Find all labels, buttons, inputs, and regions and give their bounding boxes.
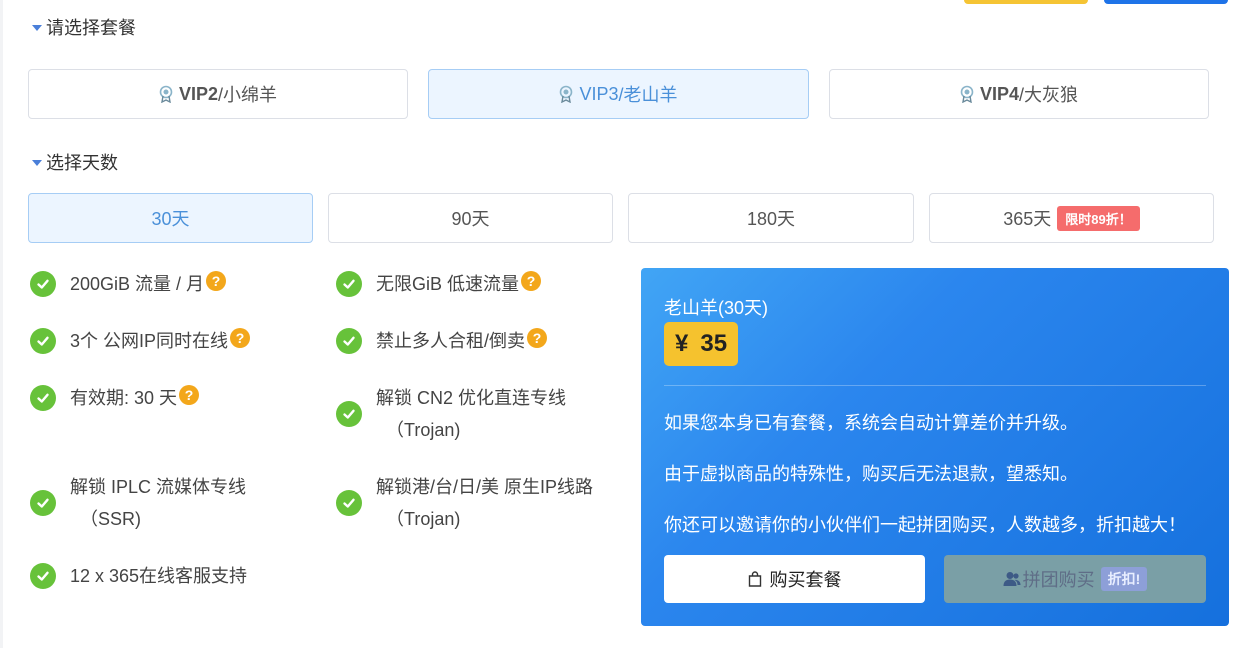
panel-divider bbox=[664, 385, 1206, 386]
package-option-vip4[interactable]: VIP4/大灰狼 bbox=[829, 69, 1209, 119]
days-180-label: 180天 bbox=[746, 209, 796, 229]
top-yellow-button[interactable] bbox=[964, 0, 1088, 4]
price-tag: ¥ 35 bbox=[664, 322, 739, 366]
shopping-bag-icon bbox=[748, 571, 761, 587]
feature-cn2: 解锁 CN2 优化直连专线 （Trojan) bbox=[336, 382, 566, 446]
discount-badge: 限时89折！ bbox=[1057, 205, 1140, 231]
check-icon bbox=[336, 328, 362, 354]
feature-validity: 有效期: 30 天? bbox=[30, 382, 200, 414]
days-90-label: 90天 bbox=[451, 209, 490, 229]
feature-support-text: 12 x 365在线客服支持 bbox=[70, 566, 248, 586]
days-30-label: 30天 bbox=[151, 209, 190, 229]
medal-icon bbox=[560, 85, 573, 103]
feature-native-ip-protocol: （Trojan) bbox=[386, 509, 461, 529]
package-vip3-code: VIP3 bbox=[579, 83, 619, 104]
medal-icon bbox=[159, 85, 173, 103]
help-icon[interactable]: ? bbox=[230, 328, 251, 348]
group-buy-button[interactable]: 拼团购买 折扣! bbox=[944, 555, 1206, 603]
left-edge bbox=[0, 0, 3, 648]
buy-package-label: 购买套餐 bbox=[769, 570, 842, 590]
package-option-vip3[interactable]: VIP3/老山羊 bbox=[428, 69, 809, 119]
feature-native-ip-text: 解锁港/台/日/美 原生IP线路 bbox=[376, 477, 594, 497]
order-panel: 老山羊(30天) ¥ 35 如果您本身已有套餐，系统会自动计算差价并升级。 由于… bbox=[641, 268, 1229, 626]
days-option-90[interactable]: 90天 bbox=[328, 193, 613, 243]
note-upgrade: 如果您本身已有套餐，系统会自动计算差价并升级。 bbox=[664, 413, 1078, 433]
top-blue-button[interactable] bbox=[1104, 0, 1228, 4]
feature-ips-text: 3个 公网IP同时在线 bbox=[70, 331, 229, 351]
check-icon bbox=[30, 271, 56, 297]
selected-plan-name: 老山羊(30天) bbox=[664, 298, 769, 318]
group-buy-label: 拼团购买 bbox=[1022, 570, 1095, 590]
currency-symbol: ¥ bbox=[675, 330, 689, 357]
feature-support: 12 x 365在线客服支持 bbox=[30, 560, 247, 592]
days-option-30[interactable]: 30天 bbox=[28, 193, 313, 243]
days-365-label: 365天 bbox=[1003, 209, 1052, 229]
caret-down-icon bbox=[32, 25, 42, 31]
check-icon bbox=[30, 490, 56, 516]
help-icon[interactable]: ? bbox=[206, 271, 227, 291]
feature-traffic-text: 200GiB 流量 / 月 bbox=[70, 274, 205, 294]
package-vip4-name: /大灰狼 bbox=[1019, 85, 1079, 105]
feature-no-sharing-text: 禁止多人合租/倒卖 bbox=[376, 331, 526, 351]
feature-iplc-text: 解锁 IPLC 流媒体专线 bbox=[70, 477, 247, 497]
feature-unlimited: 无限GiB 低速流量? bbox=[336, 268, 542, 300]
medal-icon bbox=[960, 85, 974, 103]
feature-ips: 3个 公网IP同时在线? bbox=[30, 325, 251, 357]
package-vip4-code: VIP4 bbox=[979, 83, 1019, 104]
page: 请选择套餐 VIP2/小绵羊 VIP3/老山羊 VIP4/大灰狼 选择天数 30… bbox=[0, 0, 1236, 648]
caret-down-icon bbox=[32, 160, 42, 166]
package-option-vip2[interactable]: VIP2/小绵羊 bbox=[28, 69, 408, 119]
help-icon[interactable]: ? bbox=[521, 271, 542, 291]
package-section-title: 请选择套餐 bbox=[32, 14, 136, 40]
feature-cn2-text: 解锁 CN2 优化直连专线 bbox=[376, 388, 567, 408]
days-option-180[interactable]: 180天 bbox=[628, 193, 914, 243]
package-vip2-name: /小绵羊 bbox=[218, 85, 278, 105]
check-icon bbox=[336, 271, 362, 297]
package-section-label: 请选择套餐 bbox=[46, 18, 136, 38]
buy-package-button[interactable]: 购买套餐 bbox=[664, 555, 925, 603]
days-section-label: 选择天数 bbox=[46, 153, 118, 173]
help-icon[interactable]: ? bbox=[527, 328, 548, 348]
days-option-365[interactable]: 365天 限时89折！ bbox=[929, 193, 1214, 243]
users-icon bbox=[1003, 572, 1021, 586]
feature-unlimited-text: 无限GiB 低速流量 bbox=[376, 274, 520, 294]
package-vip3-name: /老山羊 bbox=[618, 85, 678, 105]
feature-native-ip: 解锁港/台/日/美 原生IP线路 （Trojan) bbox=[336, 471, 593, 535]
feature-iplc: 解锁 IPLC 流媒体专线 （SSR) bbox=[30, 471, 246, 535]
check-icon bbox=[30, 563, 56, 589]
price-value: 35 bbox=[700, 330, 728, 357]
check-icon bbox=[336, 401, 362, 427]
feature-cn2-protocol: （Trojan) bbox=[386, 420, 461, 440]
note-no-refund: 由于虚拟商品的特殊性，购买后无法退款，望悉知。 bbox=[664, 464, 1078, 484]
feature-traffic: 200GiB 流量 / 月? bbox=[30, 268, 227, 300]
note-group-buy: 你还可以邀请你的小伙伴们一起拼团购买，人数越多，折扣越大！ bbox=[664, 515, 1186, 535]
feature-iplc-protocol: （SSR) bbox=[80, 509, 142, 529]
check-icon bbox=[336, 490, 362, 516]
feature-validity-text: 有效期: 30 天 bbox=[70, 388, 178, 408]
feature-no-sharing: 禁止多人合租/倒卖? bbox=[336, 325, 548, 357]
help-icon[interactable]: ? bbox=[179, 385, 200, 405]
group-discount-badge: 折扣! bbox=[1100, 567, 1148, 591]
days-section-title: 选择天数 bbox=[32, 149, 118, 175]
check-icon bbox=[30, 328, 56, 354]
check-icon bbox=[30, 385, 56, 411]
package-vip2-code: VIP2 bbox=[178, 83, 218, 104]
